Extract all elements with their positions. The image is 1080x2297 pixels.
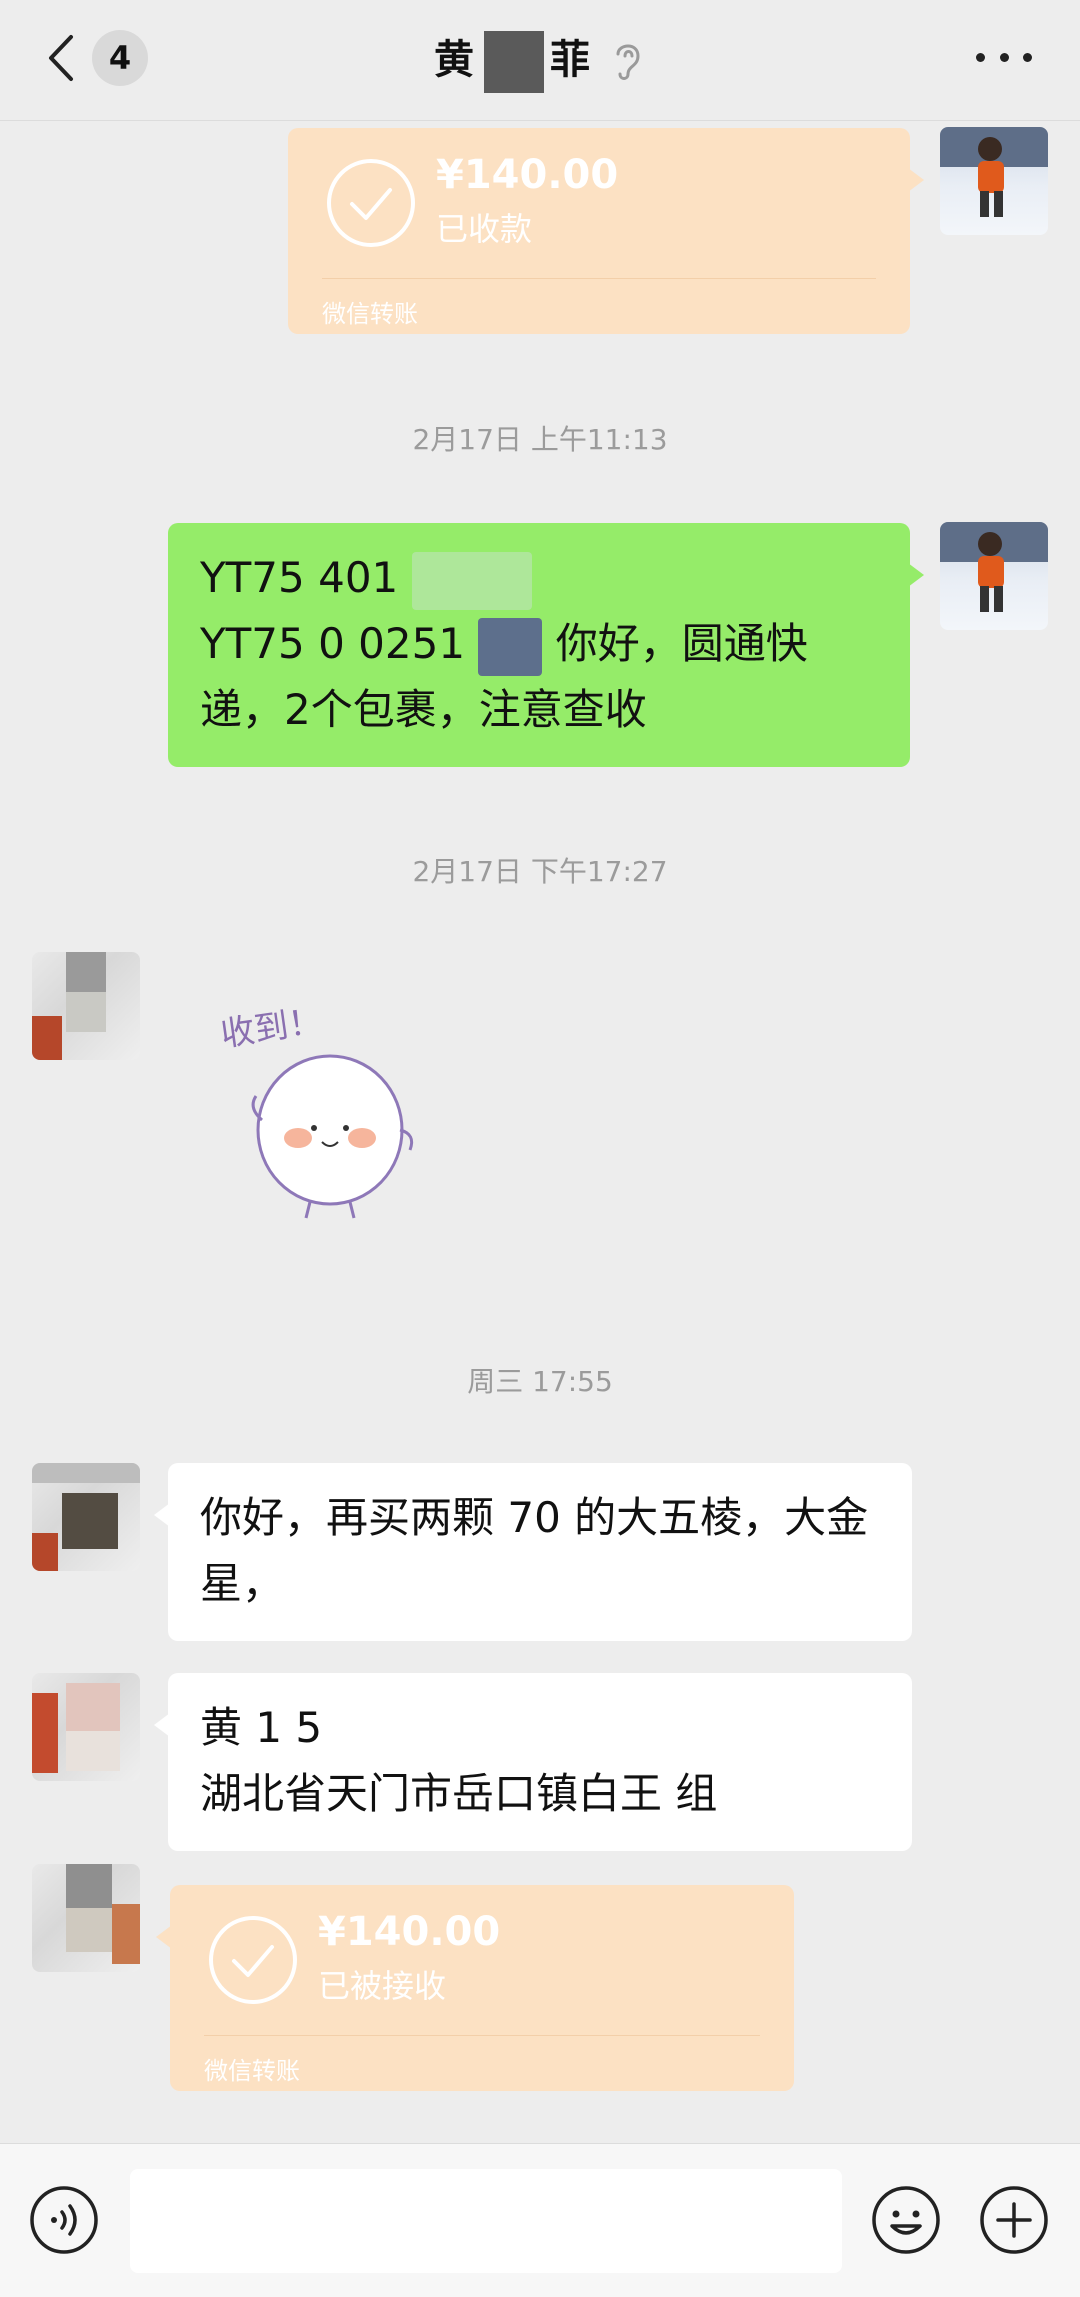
address-line-2: 湖北省天门市岳口镇白王 组 xyxy=(200,1769,718,1818)
transfer-status: 已被接收 xyxy=(318,1967,447,2005)
plus-icon[interactable] xyxy=(978,2184,1050,2256)
order-message-text: 你好，再买两颗 70 的大五棱，大金星， xyxy=(200,1493,869,1608)
message-bubble-received[interactable]: 黄 1 5 湖北省天门市岳口镇白王 组 xyxy=(154,1673,912,1851)
tracking-line-2: YT75 0 0251 你好，圆通快递，2个包裹，注意查收 xyxy=(200,611,878,743)
more-icon[interactable] xyxy=(976,42,1032,72)
message-bubble-sent[interactable]: YT75 401 YT75 0 0251 你好，圆通快递，2个包裹，注意查收 xyxy=(168,523,924,767)
timestamp: 2月17日 上午11:13 xyxy=(412,423,668,456)
contact-avatar[interactable] xyxy=(32,1864,140,1972)
input-bar xyxy=(0,2143,1080,2297)
contact-avatar[interactable] xyxy=(32,1673,140,1781)
timestamp: 2月17日 下午17:27 xyxy=(412,855,668,888)
unread-count-badge: 4 xyxy=(92,30,148,86)
chat-header: 4 黄菲 xyxy=(0,0,1080,121)
my-avatar[interactable] xyxy=(940,522,1048,630)
voice-icon[interactable] xyxy=(28,2184,100,2256)
transfer-label: 微信转账 xyxy=(322,300,418,328)
transfer-card-received[interactable]: ¥140.00 已收款 微信转账 xyxy=(288,128,924,334)
back-button[interactable]: 4 xyxy=(38,28,148,88)
check-circle-icon xyxy=(327,159,415,247)
transfer-card-accepted[interactable]: ¥140.00 已被接收 微信转账 xyxy=(156,1885,794,2091)
check-circle-icon xyxy=(209,1916,297,2004)
ear-icon xyxy=(616,44,640,80)
transfer-divider xyxy=(204,2035,760,2036)
title-start: 黄 xyxy=(434,37,478,83)
transfer-status: 已收款 xyxy=(436,210,533,248)
emoji-icon[interactable] xyxy=(870,2184,942,2256)
message-input[interactable] xyxy=(130,2169,842,2273)
title-end: 菲 xyxy=(550,37,594,83)
timestamp: 周三 17:55 xyxy=(467,1365,613,1398)
transfer-amount: ¥140.00 xyxy=(318,1909,501,1955)
transfer-label: 微信转账 xyxy=(204,2057,300,2085)
tracking-line-1: YT75 401 xyxy=(200,545,878,611)
transfer-divider xyxy=(322,278,876,279)
tracking-number-2: YT75 0 0251 xyxy=(200,619,466,668)
message-bubble-received[interactable]: 你好，再买两颗 70 的大五棱，大金星， xyxy=(154,1463,912,1641)
tracking-number-1: YT75 401 xyxy=(200,553,412,602)
redaction-block xyxy=(411,551,532,610)
title-redaction xyxy=(484,31,544,93)
address-line-1: 黄 1 5 xyxy=(200,1703,323,1752)
back-chevron-icon xyxy=(38,28,82,88)
my-avatar[interactable] xyxy=(940,127,1048,235)
contact-avatar[interactable] xyxy=(32,1463,140,1571)
sticker-message[interactable]: 收到！ xyxy=(210,1000,450,1230)
transfer-amount: ¥140.00 xyxy=(436,152,619,198)
chat-title: 黄菲 xyxy=(434,27,646,93)
contact-avatar[interactable] xyxy=(32,952,140,1060)
redaction-block xyxy=(478,617,543,676)
